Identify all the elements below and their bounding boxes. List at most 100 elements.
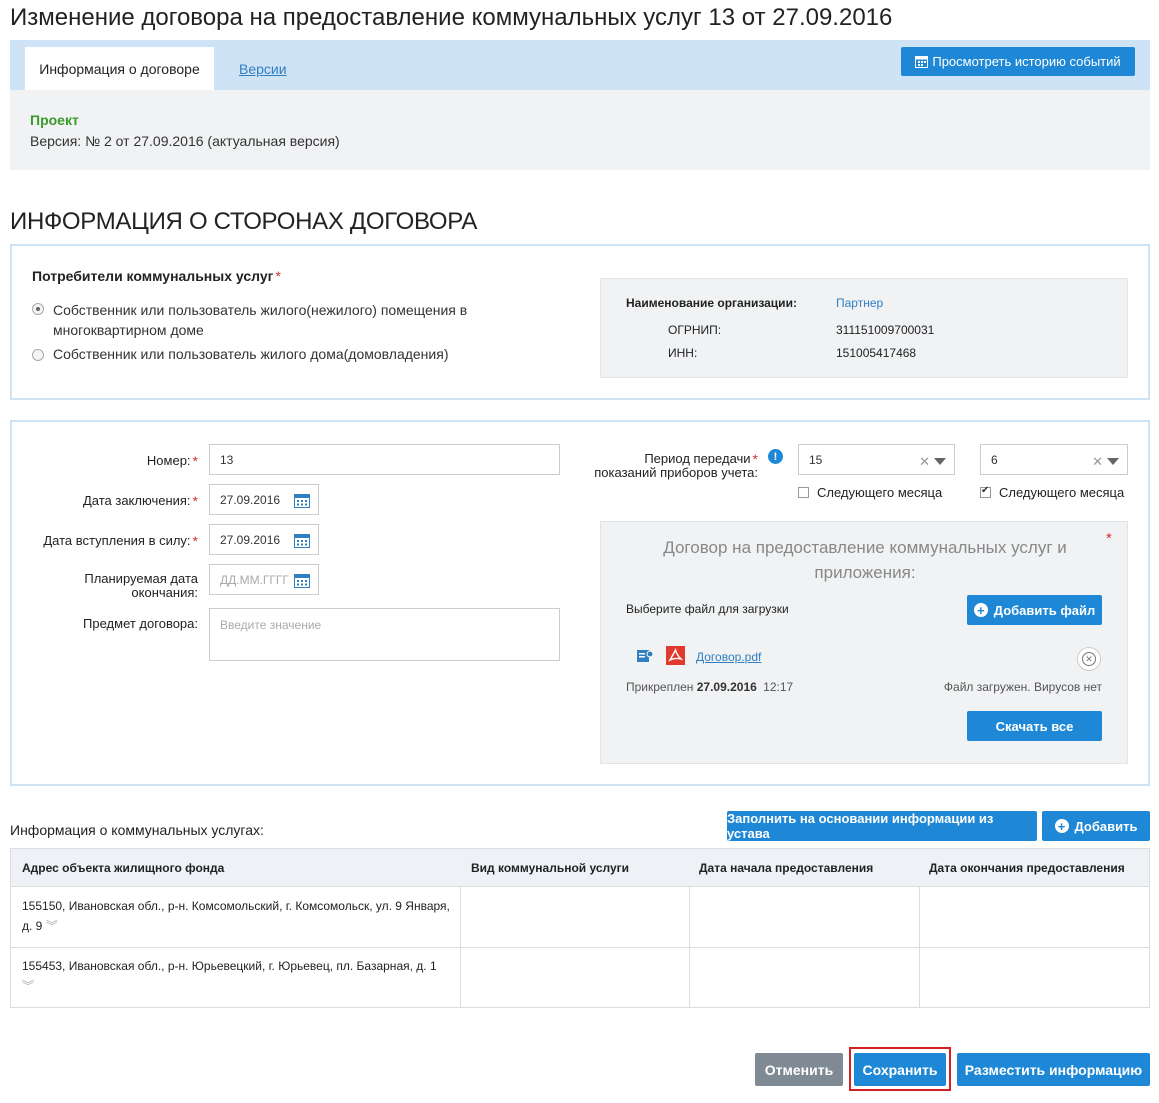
period-from-select[interactable]: 15 ✕ [798, 444, 955, 475]
subject-label: Предмет договора: [83, 616, 198, 631]
planned-end-placeholder: ДД.ММ.ГГГГ [220, 572, 289, 587]
conclusion-date-input[interactable]: 27.09.2016 [209, 484, 319, 515]
org-name-label: Наименование организации: [626, 296, 797, 310]
consumer-option-apartment-label: Собственник или пользователь жилого(нежи… [53, 300, 467, 340]
required-mark: * [275, 268, 281, 284]
column-header-end-date: Дата окончания предоставления [929, 861, 1125, 875]
tab-contract-info[interactable]: Информация о договоре [25, 47, 214, 90]
add-service-button[interactable]: + Добавить [1042, 811, 1150, 841]
file-link[interactable]: Договор.pdf [696, 650, 761, 664]
required-mark: * [1106, 530, 1112, 547]
attached-info: Прикреплен 27.09.2016 12:17 [626, 680, 793, 694]
table-row: 155453, Ивановская обл., р-н. Юрьевецкий… [22, 956, 454, 996]
consumer-option-house-label: Собственник или пользователь жилого дома… [53, 346, 449, 362]
radio-button[interactable] [32, 303, 44, 315]
calendar-icon[interactable] [294, 493, 310, 508]
page-title: Изменение договора на предоставление ком… [10, 4, 893, 31]
section-title-parties: ИНФОРМАЦИЯ О СТОРОНАХ ДОГОВОРА [10, 208, 478, 235]
file-status: Файл загружен. Вирусов нет [943, 680, 1102, 694]
planned-end-label-line1: Планируемая дата [84, 571, 198, 586]
conclusion-date-label-text: Дата заключения: [82, 493, 191, 508]
number-input[interactable]: 13 [209, 444, 560, 475]
calendar-icon[interactable] [294, 573, 310, 588]
download-all-button[interactable]: Скачать все [967, 711, 1102, 741]
next-month-to-label: Следующего месяца [999, 485, 1125, 500]
row-address-line1: 155453, Ивановская обл., р-н. Юрьевецкий… [22, 959, 437, 973]
period-label-line1: Период передачи [644, 451, 751, 466]
chevron-down-icon[interactable] [934, 458, 946, 465]
table-row: 155150, Ивановская обл., р-н. Комсомольс… [22, 896, 454, 936]
column-header-service-type: Вид коммунальной услуги [471, 861, 630, 875]
plus-icon: + [973, 603, 988, 617]
period-to-value: 6 [991, 452, 998, 467]
signature-icon[interactable] [636, 648, 654, 664]
tabs-bar: Информация о договоре Версии Просмотреть… [10, 40, 1150, 90]
contract-form-panel: Номер: * 13 Дата заключения: * 27.09.2016 … [10, 420, 1150, 786]
option-line-1: Собственник или пользователь жилого(нежи… [53, 302, 468, 318]
option-line-2: многоквартирном доме [53, 322, 204, 338]
next-month-to-checkbox[interactable]: Следующего месяца [980, 485, 1124, 500]
chevron-double-down-icon[interactable]: ︾ [46, 916, 58, 936]
effective-date-label: Дата вступления в силу: * [12, 533, 198, 549]
effective-date-value: 27.09.2016 [220, 532, 281, 547]
services-table: Адрес объекта жилищного фонда Вид коммун… [10, 848, 1150, 1008]
status-panel: Проект Версия: № 2 от 27.09.2016 (актуал… [10, 90, 1150, 170]
add-file-label: Добавить файл [993, 602, 1096, 618]
fill-from-charter-button[interactable]: Заполнить на основании информации из уст… [727, 811, 1037, 841]
clear-icon[interactable]: ✕ [919, 454, 930, 470]
subject-textarea[interactable]: Введите значение [209, 608, 560, 661]
cancel-button[interactable]: Отменить [755, 1053, 843, 1086]
status-badge: Проект [30, 112, 79, 128]
required-mark: * [192, 533, 198, 549]
org-name-link[interactable]: Партнер [836, 296, 883, 310]
subject-placeholder: Введите значение [220, 618, 322, 632]
row-address-line2: д. 9 [22, 919, 43, 933]
radio-button[interactable] [32, 349, 44, 361]
info-icon[interactable]: ! [768, 449, 783, 464]
document-upload-panel: Договор на предоставление коммунальных у… [600, 521, 1128, 764]
close-icon: ✕ [1082, 652, 1096, 666]
next-month-from-label: Следующего месяца [817, 485, 943, 500]
clear-icon[interactable]: ✕ [1092, 454, 1103, 470]
view-history-button[interactable]: Просмотреть историю событий [901, 47, 1135, 76]
calendar-icon [915, 56, 929, 68]
planned-end-date-input[interactable]: ДД.ММ.ГГГГ [209, 564, 319, 595]
conclusion-date-value: 27.09.2016 [220, 492, 281, 507]
required-mark: * [192, 493, 198, 509]
table-header: Адрес объекта жилищного фонда Вид коммун… [11, 849, 1149, 887]
checkbox[interactable] [798, 487, 809, 498]
document-title: Договор на предоставление коммунальных у… [601, 535, 1129, 585]
document-title-line1: Договор на предоставление коммунальных у… [663, 538, 1067, 557]
consumers-label-text: Потребители коммунальных услуг [32, 268, 274, 284]
column-header-address: Адрес объекта жилищного фонда [22, 861, 225, 875]
document-title-line2: приложения: [814, 563, 916, 582]
chevron-double-down-icon[interactable]: ︾ [22, 976, 34, 996]
planned-end-label-line2: окончания: [131, 585, 198, 600]
period-from-value: 15 [809, 452, 823, 467]
number-label-text: Номер: [146, 453, 191, 468]
add-file-button[interactable]: + Добавить файл [967, 595, 1102, 625]
tab-versions[interactable]: Версии [239, 47, 287, 90]
organization-info: Наименование организации: Партнер ОГРНИП… [600, 278, 1128, 378]
row-address-line1: 155150, Ивановская обл., р-н. Комсомольс… [22, 899, 450, 913]
consumer-option-apartment[interactable]: Собственник или пользователь жилого(нежи… [32, 300, 467, 340]
pdf-file-icon [666, 646, 685, 665]
consumer-option-house[interactable]: Собственник или пользователь жилого дома… [32, 346, 448, 362]
period-to-select[interactable]: 6 ✕ [980, 444, 1128, 475]
chevron-down-icon[interactable] [1107, 458, 1119, 465]
add-service-label: Добавить [1074, 818, 1138, 834]
calendar-icon[interactable] [294, 533, 310, 548]
next-month-from-checkbox[interactable]: Следующего месяца [798, 485, 942, 500]
checkbox[interactable] [980, 485, 991, 498]
effective-date-label-text: Дата вступления в силу: [43, 533, 191, 548]
inn-label: ИНН: [668, 346, 698, 360]
save-button[interactable]: Сохранить [854, 1053, 946, 1086]
remove-file-button[interactable]: ✕ [1077, 647, 1101, 671]
ogrnip-label: ОГРНИП: [668, 323, 722, 337]
period-label-line2: показаний приборов учета: [594, 465, 758, 480]
effective-date-input[interactable]: 27.09.2016 [209, 524, 319, 555]
parties-panel: Потребители коммунальных услуг * Собствен… [10, 244, 1150, 400]
consumers-label: Потребители коммунальных услуг * [32, 268, 281, 284]
view-history-label: Просмотреть историю событий [932, 54, 1121, 69]
publish-button[interactable]: Разместить информацию [957, 1053, 1150, 1086]
